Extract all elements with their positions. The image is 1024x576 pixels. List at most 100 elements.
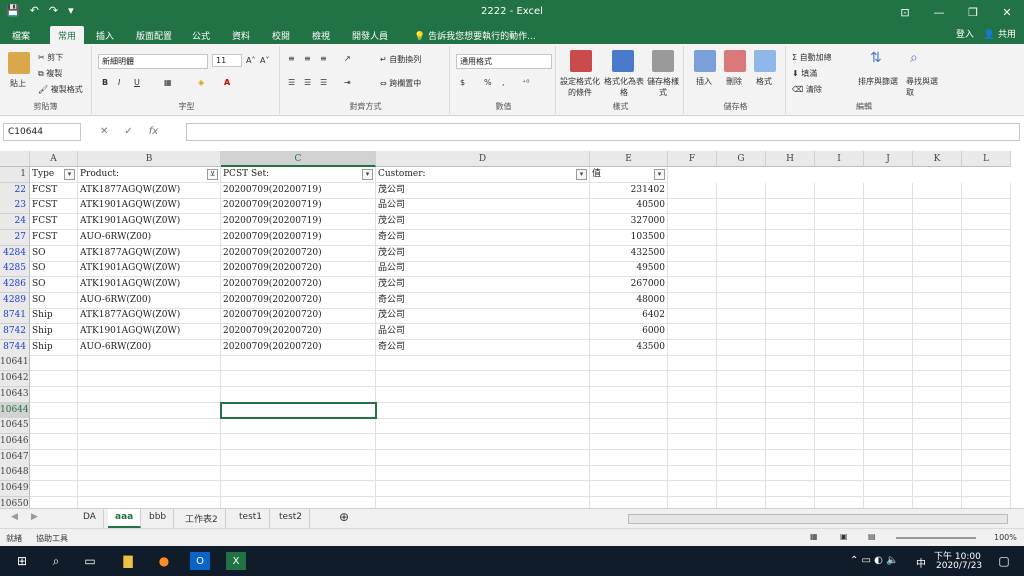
- empty-cell[interactable]: [815, 276, 864, 293]
- column-header-h[interactable]: H: [766, 151, 815, 167]
- empty-cell[interactable]: [913, 465, 962, 482]
- empty-cell[interactable]: [668, 182, 717, 199]
- wrap-text-button[interactable]: ↵ 自動換列: [380, 54, 421, 65]
- table-cell[interactable]: ATK1901AGQW(Z0W): [78, 198, 221, 215]
- empty-cell[interactable]: [376, 433, 590, 450]
- empty-cell[interactable]: [913, 276, 962, 293]
- table-cell[interactable]: 20200709(20200720): [221, 261, 376, 278]
- tab-home[interactable]: 常用: [50, 26, 85, 44]
- paste-button[interactable]: 貼上: [10, 78, 26, 89]
- empty-cell[interactable]: [962, 433, 1011, 450]
- share-button[interactable]: 👤 共用: [984, 27, 1016, 40]
- empty-cell[interactable]: [962, 418, 1011, 435]
- empty-cell[interactable]: [78, 418, 221, 435]
- empty-cell[interactable]: [668, 245, 717, 262]
- empty-cell[interactable]: [668, 292, 717, 309]
- empty-cell[interactable]: [30, 386, 78, 403]
- tell-me-box[interactable]: 💡 告訴我您想要執行的動作...: [406, 26, 544, 44]
- empty-cell[interactable]: [376, 386, 590, 403]
- empty-cell[interactable]: [864, 433, 913, 450]
- empty-cell[interactable]: [962, 245, 1011, 262]
- column-header-i[interactable]: I: [815, 151, 864, 167]
- table-cell[interactable]: 20200709(20200720): [221, 276, 376, 293]
- empty-cell[interactable]: [913, 308, 962, 325]
- next-sheet-icon[interactable]: ▶: [24, 509, 45, 528]
- conditional-format-button[interactable]: 設定格式化的條件: [560, 76, 600, 98]
- notification-icon[interactable]: ▢: [994, 552, 1014, 570]
- cell-styles-button[interactable]: 儲存格樣式: [644, 76, 682, 98]
- empty-cell[interactable]: [864, 292, 913, 309]
- empty-cell[interactable]: [376, 465, 590, 482]
- table-cell[interactable]: ATK1877AGQW(Z0W): [78, 245, 221, 262]
- empty-cell[interactable]: [668, 276, 717, 293]
- table-cell[interactable]: 奇公司: [376, 292, 590, 309]
- empty-cell[interactable]: [590, 449, 668, 466]
- table-cell[interactable]: 20200709(20200720): [221, 245, 376, 262]
- empty-cell[interactable]: [815, 465, 864, 482]
- empty-cell[interactable]: [913, 386, 962, 403]
- column-header-k[interactable]: K: [913, 151, 962, 167]
- table-cell[interactable]: FCST: [30, 182, 78, 199]
- empty-cell[interactable]: [864, 339, 913, 356]
- empty-cell[interactable]: [221, 433, 376, 450]
- table-cell[interactable]: SO: [30, 261, 78, 278]
- row-header[interactable]: 22: [0, 182, 30, 199]
- table-cell[interactable]: AUO-6RW(Z00): [78, 339, 221, 356]
- empty-cell[interactable]: [590, 465, 668, 482]
- row-header[interactable]: 8744: [0, 339, 30, 356]
- empty-cell[interactable]: [78, 371, 221, 388]
- empty-cell[interactable]: [668, 449, 717, 466]
- name-box[interactable]: C10644: [3, 123, 81, 141]
- row-header[interactable]: 8741: [0, 308, 30, 325]
- row-header[interactable]: 10645: [0, 418, 30, 435]
- empty-cell[interactable]: [590, 386, 668, 403]
- empty-cell[interactable]: [815, 481, 864, 497]
- row-header[interactable]: 27: [0, 229, 30, 246]
- empty-cell[interactable]: [668, 229, 717, 246]
- empty-cell[interactable]: [913, 214, 962, 231]
- empty-cell[interactable]: [864, 465, 913, 482]
- table-cell[interactable]: SO: [30, 276, 78, 293]
- empty-cell[interactable]: [717, 229, 766, 246]
- empty-cell[interactable]: [962, 276, 1011, 293]
- empty-cell[interactable]: [590, 402, 668, 419]
- column-header-l[interactable]: L: [962, 151, 1011, 167]
- row-header[interactable]: 4286: [0, 276, 30, 293]
- empty-cell[interactable]: [962, 465, 1011, 482]
- table-cell[interactable]: 327000: [590, 214, 668, 231]
- empty-cell[interactable]: [864, 371, 913, 388]
- empty-cell[interactable]: [717, 261, 766, 278]
- empty-cell[interactable]: [668, 481, 717, 497]
- empty-cell[interactable]: [668, 355, 717, 372]
- empty-cell[interactable]: [815, 245, 864, 262]
- empty-cell[interactable]: [376, 371, 590, 388]
- empty-cell[interactable]: [864, 261, 913, 278]
- table-cell[interactable]: 20200709(20200720): [221, 292, 376, 309]
- empty-cell[interactable]: [815, 386, 864, 403]
- select-all-corner[interactable]: [0, 151, 30, 167]
- empty-cell[interactable]: [962, 355, 1011, 372]
- cut-button[interactable]: ✂ 剪下: [38, 52, 63, 63]
- empty-cell[interactable]: [668, 418, 717, 435]
- empty-cell[interactable]: [766, 449, 815, 466]
- empty-cell[interactable]: [962, 449, 1011, 466]
- empty-cell[interactable]: [30, 481, 78, 497]
- table-cell[interactable]: ATK1901AGQW(Z0W): [78, 214, 221, 231]
- column-header-b[interactable]: B: [78, 151, 221, 167]
- empty-cell[interactable]: [717, 449, 766, 466]
- table-cell[interactable]: 品公司: [376, 324, 590, 340]
- table-cell[interactable]: 茂公司: [376, 245, 590, 262]
- empty-cell[interactable]: [913, 371, 962, 388]
- table-cell[interactable]: 20200709(20200719): [221, 229, 376, 246]
- empty-cell[interactable]: [668, 198, 717, 215]
- close-button[interactable]: ✕: [990, 0, 1024, 24]
- empty-cell[interactable]: [668, 308, 717, 325]
- table-cell[interactable]: ATK1877AGQW(Z0W): [78, 308, 221, 325]
- empty-cell[interactable]: [815, 261, 864, 278]
- outlook-icon[interactable]: O: [190, 552, 210, 570]
- empty-cell[interactable]: [913, 261, 962, 278]
- number-format-select[interactable]: 通用格式: [456, 54, 552, 69]
- start-icon[interactable]: ⊞: [12, 552, 32, 570]
- clock-date[interactable]: 2020/7/23: [936, 561, 982, 571]
- empty-cell[interactable]: [864, 276, 913, 293]
